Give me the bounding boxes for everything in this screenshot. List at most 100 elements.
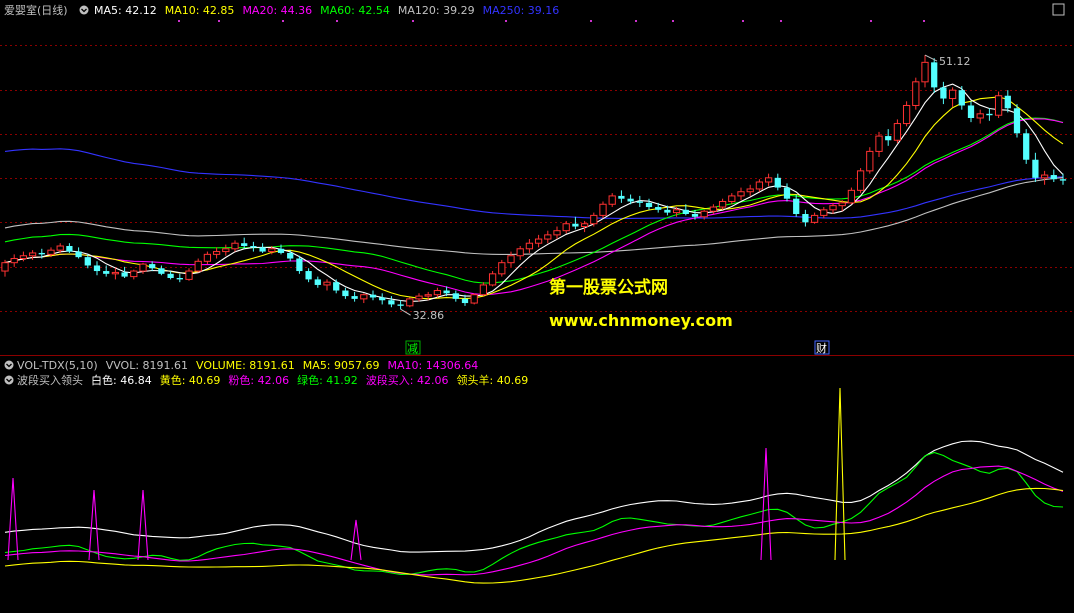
signal-dot xyxy=(336,20,338,22)
candle-body xyxy=(986,113,993,116)
vol-panel-header: VOL-TDX(5,10) VVOL: 8191.61 VOLUME: 8191.6… xyxy=(4,359,478,372)
signal-dot xyxy=(505,20,507,22)
candle-body xyxy=(866,150,874,172)
candle-body xyxy=(342,290,349,297)
candle xyxy=(1023,129,1030,164)
candle-body xyxy=(139,263,147,272)
candle xyxy=(902,101,911,127)
candle-body xyxy=(774,177,781,188)
candle-body xyxy=(47,249,55,255)
candle-body xyxy=(28,252,37,257)
candle-body xyxy=(636,201,643,203)
signal-dot xyxy=(412,20,414,22)
indicator-legend-item-3: 粉色: 42.06 xyxy=(228,373,289,387)
stock-chart: 爱婴室(日线) MA5: 42.12 MA10: 42.85 MA20: 44.36… xyxy=(0,0,1074,613)
candle-body xyxy=(783,187,791,199)
candle-body xyxy=(268,248,276,253)
candle-body xyxy=(19,255,28,260)
candle-body xyxy=(158,268,165,274)
candle-body xyxy=(360,294,368,300)
candle-body xyxy=(718,200,727,208)
svg-text:减: 减 xyxy=(407,342,418,355)
signal-dot xyxy=(282,20,284,22)
candle-body xyxy=(940,87,947,99)
marker-cai[interactable]: 财 xyxy=(814,340,830,355)
candle-body xyxy=(424,294,432,297)
candle-body xyxy=(333,282,340,291)
signal-dot xyxy=(780,20,782,22)
candle-body xyxy=(397,304,404,306)
ma-legend: MA5: 42.12 MA10: 42.85 MA20: 44.36 MA60: 42… xyxy=(94,4,559,17)
candle-body xyxy=(1013,108,1021,134)
candle-body xyxy=(75,251,82,258)
candle-body xyxy=(645,202,653,208)
indicator-legend-item-0: 波段买入领头 xyxy=(17,373,83,387)
candle xyxy=(847,187,856,205)
marker-jian[interactable]: 减 xyxy=(405,340,421,355)
candle-body xyxy=(185,270,193,280)
candle-body xyxy=(10,258,18,264)
candle-body xyxy=(176,278,183,280)
candle-body xyxy=(967,105,975,118)
candle-body xyxy=(250,246,257,248)
candle-body xyxy=(479,284,488,296)
candle-body xyxy=(507,255,515,264)
candle-body xyxy=(608,195,616,205)
candle-body xyxy=(1040,174,1049,179)
candle-body xyxy=(296,258,303,272)
low-label: 32.86 xyxy=(413,309,445,322)
candle-body xyxy=(470,294,478,304)
candle-body xyxy=(433,290,442,296)
candle-body xyxy=(820,209,828,216)
candle-body xyxy=(755,181,764,190)
candle-body xyxy=(885,136,892,141)
candle xyxy=(488,271,497,287)
candle-body xyxy=(838,202,846,207)
candle-body xyxy=(1032,159,1039,178)
indicator-collapse-icon[interactable] xyxy=(4,375,14,385)
candle-body xyxy=(277,248,285,253)
ma-legend-item-4: MA120: 39.29 xyxy=(398,4,475,17)
candle-body xyxy=(498,262,506,275)
candle-body xyxy=(203,253,212,262)
watermark-title: 第一股票公式网 xyxy=(549,277,668,298)
candle-body xyxy=(194,260,202,272)
svg-text:财: 财 xyxy=(816,341,827,355)
signal-dot xyxy=(870,20,872,22)
candle-body xyxy=(875,135,883,152)
signal-dot xyxy=(635,20,637,22)
candle-body xyxy=(1050,175,1057,180)
stock-title: 爱婴室(日线) xyxy=(4,3,68,17)
candle-body xyxy=(764,177,773,183)
candle-body xyxy=(525,242,534,250)
indicator-legend-item-4: 绿色: 41.92 xyxy=(297,373,358,387)
candle-body xyxy=(562,223,570,232)
candle-body xyxy=(121,272,128,277)
candle-body xyxy=(746,188,754,193)
collapse-icon[interactable] xyxy=(79,5,89,15)
candle-body xyxy=(259,247,266,252)
candle-body xyxy=(369,294,377,298)
candle-body xyxy=(590,214,598,225)
signal-dot xyxy=(590,20,592,22)
candle-body xyxy=(544,234,552,240)
vol-legend-item-1: VVOL: 8191.61 xyxy=(106,359,188,372)
candle-body xyxy=(700,210,708,218)
vol-legend: VOL-TDX(5,10) VVOL: 8191.61 VOLUME: 8191.6… xyxy=(17,359,478,372)
candle-body xyxy=(737,191,745,197)
candle-body xyxy=(810,214,819,223)
vol-legend-item-4: MA10: 14306.64 xyxy=(388,359,479,372)
candle-body xyxy=(829,205,837,211)
candle-body xyxy=(958,90,965,106)
candle-body xyxy=(222,248,230,253)
candle xyxy=(1013,104,1021,138)
indicator-legend-item-6: 领头羊: 40.69 xyxy=(457,373,529,387)
candle-body xyxy=(856,170,865,191)
vol-collapse-icon[interactable] xyxy=(4,360,14,370)
candle-body xyxy=(314,279,321,285)
candle-body xyxy=(1,262,9,272)
signal-dot xyxy=(178,20,180,22)
candle-body xyxy=(553,230,561,236)
candle-body xyxy=(599,203,607,216)
candle-body xyxy=(802,214,809,223)
